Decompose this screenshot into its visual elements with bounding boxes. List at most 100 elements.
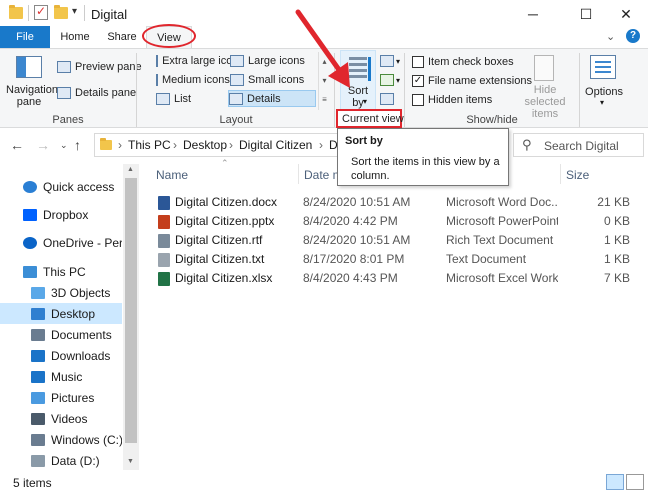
hidden-items-label: Hidden items	[428, 94, 493, 106]
sidebar-item-data-d[interactable]: Data (D:)	[0, 450, 122, 471]
column-divider[interactable]	[298, 164, 299, 184]
close-button[interactable]: ✕	[603, 0, 648, 28]
navigation-pane: Quick access Dropbox OneDrive - Person This…	[0, 164, 124, 470]
text-icon	[158, 253, 170, 267]
file-type: Microsoft PowerPoint...	[446, 214, 558, 228]
column-divider[interactable]	[560, 164, 561, 184]
chevron-down-icon: ▾	[600, 98, 605, 107]
desktop-icon	[31, 307, 45, 320]
sidebar-item-label: Dropbox	[43, 207, 89, 222]
chevron-down-icon[interactable]: ⌄	[606, 30, 615, 43]
column-header-size[interactable]: Size	[566, 168, 589, 182]
breadcrumb-desktop[interactable]: Desktop	[183, 138, 227, 152]
scroll-down-icon[interactable]: ▼	[127, 458, 134, 465]
column-header-name[interactable]: Name	[156, 168, 188, 182]
medium-icons-icon	[156, 73, 158, 86]
hidden-items-toggle[interactable]: Hidden items	[412, 94, 492, 106]
up-arrow-icon[interactable]: ↑	[74, 137, 81, 153]
options-label: Options	[585, 86, 623, 98]
sidebar-item-label: Music	[51, 369, 83, 384]
breadcrumb-separator-icon: ›	[319, 138, 323, 152]
sidebar-item-music[interactable]: Music	[0, 366, 122, 387]
item-check-boxes-checkbox[interactable]	[412, 56, 424, 68]
scroll-up-icon[interactable]: ▲	[127, 166, 134, 173]
sidebar-item-onedrive[interactable]: OneDrive - Person	[0, 232, 122, 253]
properties-icon[interactable]: ✓	[34, 4, 48, 20]
search-input[interactable]: Search Digital	[544, 139, 619, 153]
tab-file[interactable]: File	[0, 26, 50, 48]
group-separator	[579, 53, 580, 127]
recent-locations-chevron-icon[interactable]: ⌄	[60, 140, 68, 151]
current-view-highlight: Current view	[336, 109, 404, 128]
file-name-extensions-checkbox[interactable]: ✓	[412, 75, 424, 87]
size-columns-button[interactable]	[380, 93, 394, 108]
sidebar-item-label: Videos	[51, 411, 88, 426]
sidebar-item-dropbox[interactable]: Dropbox	[0, 204, 122, 225]
file-row[interactable]: Digital Citizen.docx 8/24/2020 10:51 AM Mi…	[154, 193, 634, 212]
file-row[interactable]: Digital Citizen.xlsx 8/4/2020 4:43 PM Micr…	[154, 269, 634, 288]
minimize-button[interactable]: ─	[510, 0, 556, 28]
sidebar-item-label: Desktop	[51, 306, 96, 321]
sort-by-tooltip: Sort by Sort the items in this view by a…	[337, 128, 509, 186]
details-icon	[229, 92, 243, 105]
dropbox-icon	[23, 208, 37, 221]
list-icon	[156, 92, 170, 105]
sidebar-item-this-pc[interactable]: This PC	[0, 261, 122, 282]
sidebar-item-downloads[interactable]: Downloads	[0, 345, 122, 366]
help-icon[interactable]: ?	[626, 29, 640, 43]
sidebar-item-3d-objects[interactable]: 3D Objects	[0, 282, 122, 303]
forward-arrow-icon[interactable]: →	[36, 137, 50, 153]
back-arrow-icon[interactable]: ←	[10, 137, 24, 153]
pictures-icon	[31, 391, 45, 404]
sidebar-item-label: OneDrive - Person	[43, 235, 122, 250]
layout-medium-icons[interactable]: Medium icons	[156, 71, 230, 88]
options-button[interactable]: Options ▾	[584, 52, 624, 112]
sidebar-scrollbar[interactable]: ▲ ▼	[123, 164, 139, 470]
music-icon	[31, 370, 45, 383]
details-pane-button[interactable]: Details pane	[57, 87, 136, 99]
breadcrumb-digital-citizen[interactable]: Digital Citizen	[239, 138, 312, 152]
hide-selected-items-button[interactable]: Hide selected items	[516, 52, 574, 120]
sidebar-item-videos[interactable]: Videos	[0, 408, 122, 429]
panes-group-label: Panes	[52, 114, 84, 126]
file-name: Digital Citizen.txt	[175, 252, 265, 266]
file-row[interactable]: Digital Citizen.pptx 8/4/2020 4:42 PM Micr…	[154, 212, 634, 231]
sidebar-item-pictures[interactable]: Pictures	[0, 387, 122, 408]
details-view-toggle-icon[interactable]	[606, 474, 624, 490]
tab-home[interactable]: Home	[52, 26, 98, 48]
sidebar-item-documents[interactable]: Documents	[0, 324, 122, 345]
details-pane-label: Details pane	[75, 87, 137, 99]
sidebar-item-label: 3D Objects	[51, 285, 111, 300]
breadcrumb-separator-icon: ›	[229, 138, 233, 152]
new-folder-icon[interactable]	[54, 5, 68, 19]
layout-label: List	[174, 92, 192, 105]
hide-items-icon	[534, 55, 554, 81]
details-pane-icon	[57, 87, 71, 99]
add-columns-button[interactable]: ▾	[380, 74, 400, 86]
item-check-boxes-toggle[interactable]: Item check boxes	[412, 56, 514, 68]
navigation-pane-button[interactable]: Navigation pane	[4, 52, 58, 112]
drive-icon	[31, 433, 45, 446]
sidebar-item-windows-c[interactable]: Windows (C:)	[0, 429, 122, 450]
search-box[interactable]: ⚲ Search Digital	[513, 133, 644, 157]
file-row[interactable]: Digital Citizen.txt 8/17/2020 8:01 PM Text…	[154, 250, 634, 269]
breadcrumb-separator-icon: ›	[173, 138, 177, 152]
file-row[interactable]: Digital Citizen.rtf 8/24/2020 10:51 AM Ric…	[154, 231, 634, 250]
scroll-thumb[interactable]	[125, 178, 137, 443]
sidebar-item-desktop[interactable]: Desktop	[0, 303, 122, 324]
small-icons-icon	[230, 73, 244, 86]
customize-toolbar-icon[interactable]: ▾	[72, 6, 77, 17]
sidebar-item-quick-access[interactable]: Quick access	[0, 176, 122, 197]
breadcrumb-this-pc[interactable]: This PC	[128, 138, 171, 152]
preview-pane-button[interactable]: Preview pane	[57, 61, 142, 73]
file-name-extensions-toggle[interactable]: ✓ File name extensions	[412, 75, 532, 87]
layout-details[interactable]: Details	[228, 90, 316, 107]
cube-icon	[31, 286, 45, 299]
tab-share[interactable]: Share	[100, 26, 144, 48]
layout-list[interactable]: List	[156, 90, 228, 107]
extra-large-icons-icon	[156, 54, 159, 67]
large-icons-view-toggle-icon[interactable]	[626, 474, 644, 490]
hidden-items-checkbox[interactable]	[412, 94, 424, 106]
sidebar-item-label: Data (D:)	[51, 453, 100, 468]
group-by-button[interactable]: ▾	[380, 55, 400, 67]
